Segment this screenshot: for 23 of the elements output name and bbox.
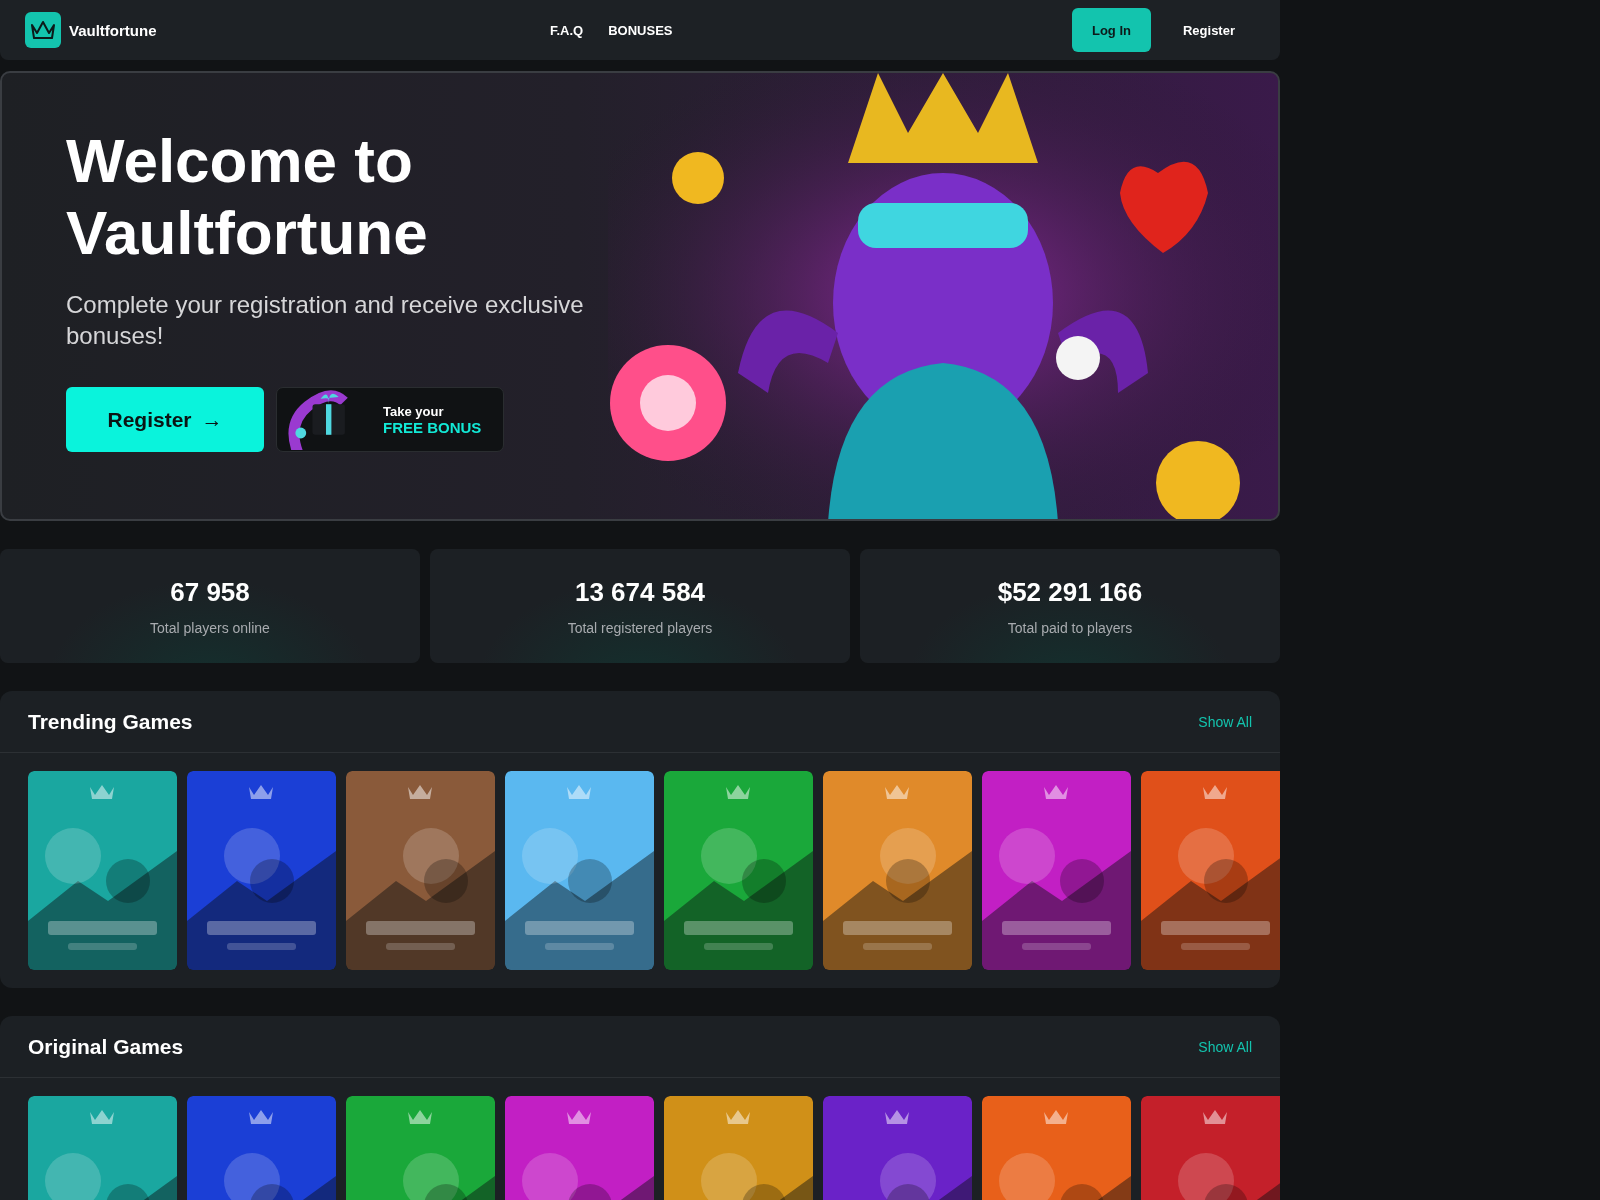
- stat-value: 67 958: [170, 576, 250, 608]
- crown-icon: [30, 19, 56, 41]
- bonus-title: FREE BONUS: [383, 418, 482, 436]
- stat-value: 13 674 584: [574, 576, 706, 608]
- hero-subtitle: Complete your registration and receive exclusive bonuses!: [66, 290, 585, 351]
- stat-label: Total paid to players: [1007, 619, 1133, 636]
- show-all-link[interactable]: Show All: [1198, 713, 1252, 730]
- bonus-caption: Take your: [383, 403, 445, 419]
- bonus-card[interactable]: Take your FREE BONUS: [276, 387, 504, 452]
- register-button[interactable]: Register: [1162, 8, 1255, 52]
- show-all-link[interactable]: Show All: [1198, 1038, 1252, 1055]
- section-title: Original Games: [28, 1034, 184, 1059]
- nav-link[interactable]: BONUSES: [608, 22, 673, 38]
- logo-icon[interactable]: [25, 12, 61, 48]
- register-button[interactable]: Register →: [66, 387, 264, 452]
- stat-label: Total players online: [150, 619, 270, 636]
- hero-title: Welcome to Vaultfortune: [66, 125, 429, 269]
- nav-link[interactable]: F.A.Q: [550, 22, 584, 38]
- stat-value: $52 291 166: [997, 576, 1143, 608]
- login-button[interactable]: Log In: [1071, 8, 1151, 52]
- stat-label: Total registered players: [567, 619, 713, 636]
- section-title: Trending Games: [28, 709, 193, 734]
- brand-name[interactable]: Vaultfortune: [69, 21, 157, 39]
